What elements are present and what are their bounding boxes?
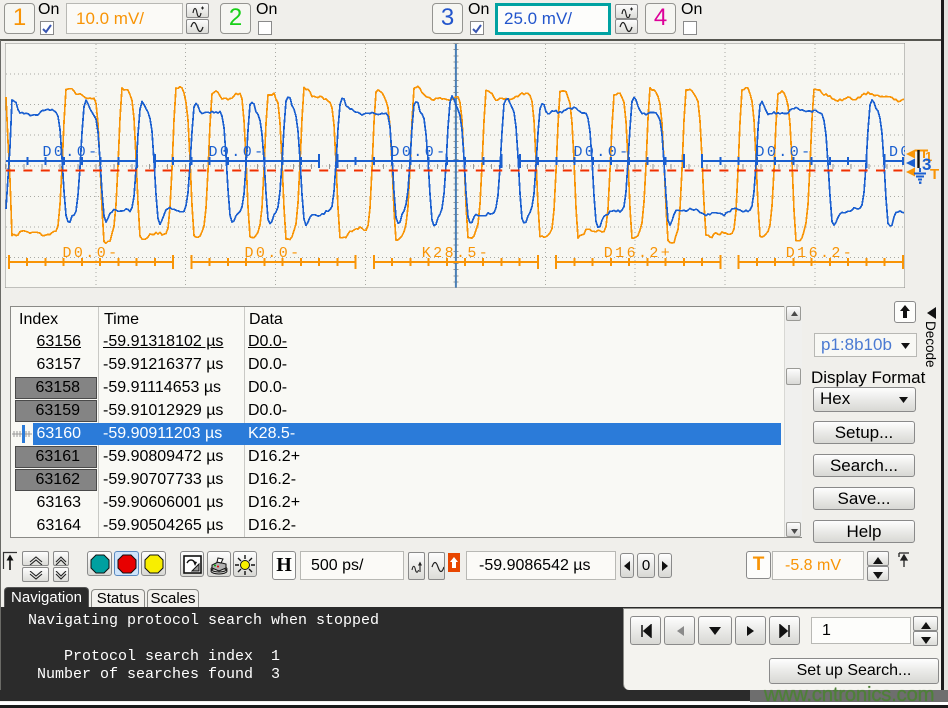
svg-text:D0.0-: D0.0-	[62, 245, 119, 262]
svg-text:D0.0-: D0.0-	[390, 144, 447, 161]
svg-text:D16.2+: D16.2+	[604, 245, 672, 262]
svg-text:T: T	[930, 166, 939, 183]
svg-text:D0: D0	[889, 144, 905, 161]
svg-text:D0.0-: D0.0-	[208, 144, 265, 161]
svg-text:D0.0-: D0.0-	[755, 144, 812, 161]
svg-text:D0.0-: D0.0-	[244, 245, 301, 262]
svg-text:D16.2-: D16.2-	[786, 245, 854, 262]
svg-text:K28.5-: K28.5-	[422, 245, 490, 262]
svg-text:D0.0-: D0.0-	[573, 144, 630, 161]
svg-text:D0.0-: D0.0-	[42, 144, 99, 161]
